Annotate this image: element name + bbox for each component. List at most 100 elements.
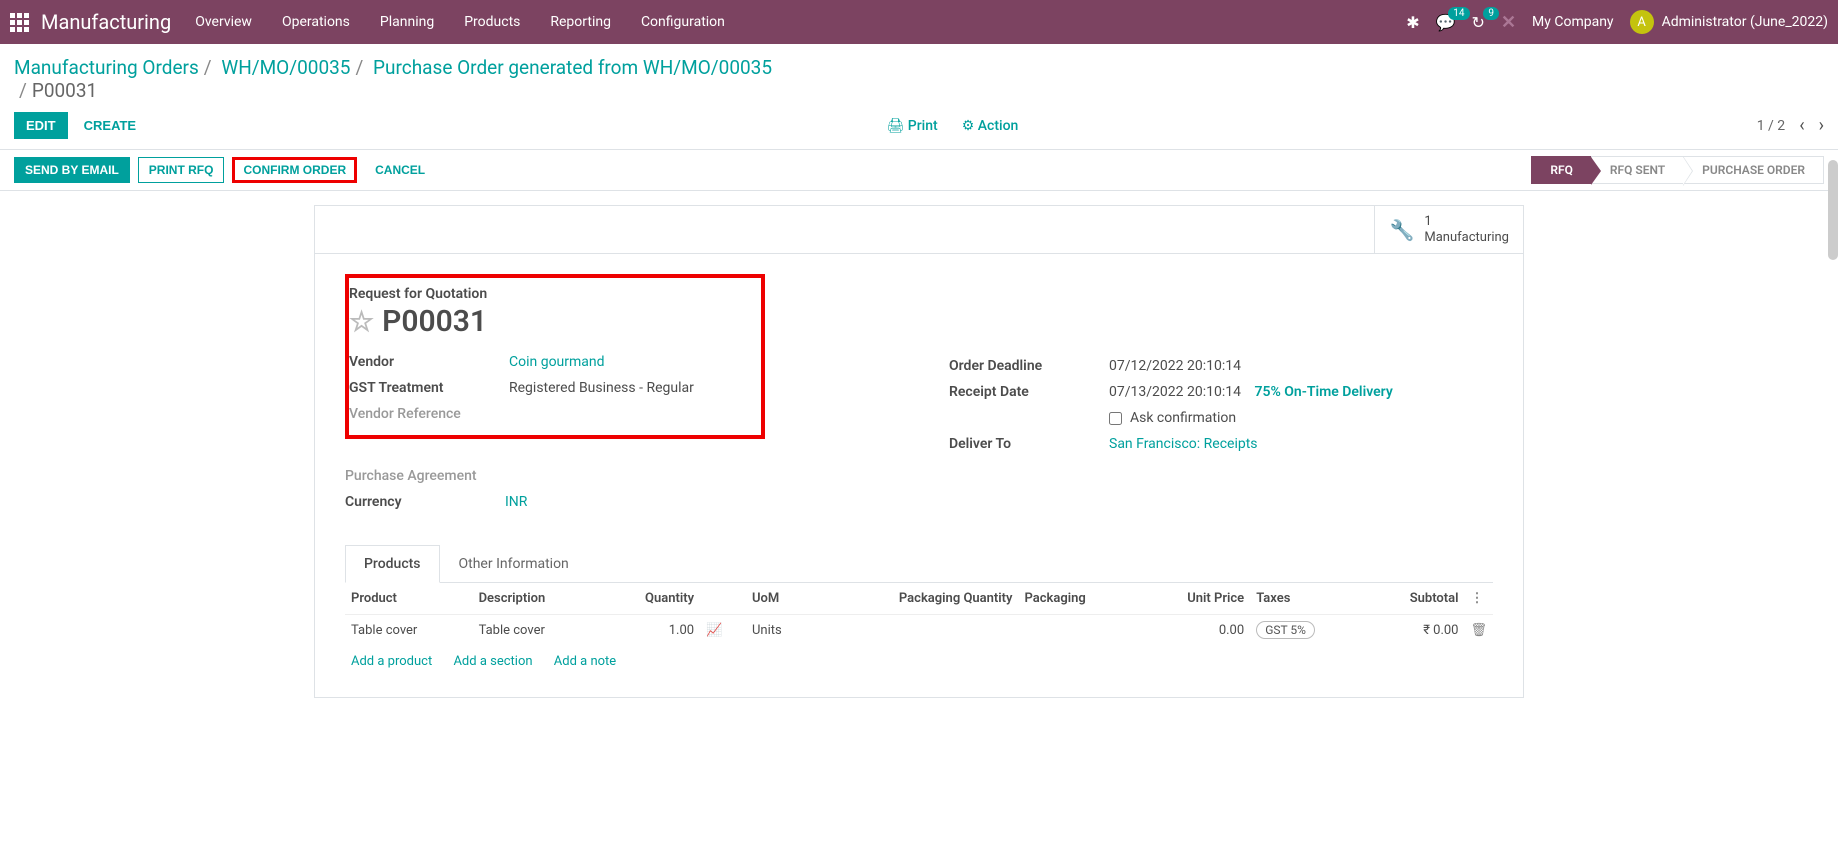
activities-icon[interactable]: ↻9 bbox=[1472, 13, 1485, 32]
cancel-button[interactable]: CANCEL bbox=[365, 157, 435, 183]
pager-prev-icon[interactable]: ‹ bbox=[1799, 115, 1804, 136]
module-name[interactable]: Manufacturing bbox=[41, 10, 171, 34]
status-bar: SEND BY EMAIL PRINT RFQ CONFIRM ORDER CA… bbox=[0, 149, 1838, 191]
action-dropdown[interactable]: ⚙ Action bbox=[962, 118, 1019, 134]
th-subtotal: Subtotal bbox=[1365, 583, 1464, 615]
th-packaging: Packaging bbox=[1018, 583, 1137, 615]
breadcrumb-area: Manufacturing Orders/ WH/MO/00035/ Purch… bbox=[0, 44, 1838, 102]
avatar: A bbox=[1630, 10, 1654, 34]
pager: 1 / 2 bbox=[1757, 118, 1785, 134]
control-bar: EDIT CREATE 🖨 Print ⚙ Action 1 / 2 ‹ › bbox=[0, 102, 1838, 149]
breadcrumb: Manufacturing Orders/ WH/MO/00035/ Purch… bbox=[14, 56, 1824, 102]
cell-quantity: 1.00 bbox=[601, 615, 700, 647]
tax-chip[interactable]: GST 5% bbox=[1256, 621, 1315, 639]
purchase-agreement-label: Purchase Agreement bbox=[345, 468, 495, 484]
delete-row-icon[interactable]: 🗑 bbox=[1470, 623, 1487, 638]
form-sheet: 🔧 1 Manufacturing Request for Quotation … bbox=[314, 205, 1524, 698]
print-icon: 🖨 bbox=[887, 118, 905, 134]
th-product: Product bbox=[345, 583, 473, 615]
tab-products[interactable]: Products bbox=[345, 545, 440, 583]
stage-purchase-order[interactable]: PURCHASE ORDER bbox=[1683, 156, 1824, 184]
vendor-ref-label: Vendor Reference bbox=[349, 406, 499, 422]
navbar: Manufacturing Overview Operations Planni… bbox=[0, 0, 1838, 44]
order-lines-table: Product Description Quantity UoM Packagi… bbox=[345, 583, 1493, 677]
gst-value: Registered Business - Regular bbox=[509, 380, 749, 396]
apps-icon[interactable] bbox=[10, 13, 29, 32]
add-note-link[interactable]: Add a note bbox=[554, 654, 616, 669]
scrollbar[interactable] bbox=[1828, 160, 1838, 260]
th-quantity: Quantity bbox=[601, 583, 700, 615]
th-taxes: Taxes bbox=[1250, 583, 1365, 615]
wrench-icon: 🔧 bbox=[1389, 218, 1414, 242]
stat-label: Manufacturing bbox=[1424, 230, 1509, 246]
stage-rfq-sent[interactable]: RFQ SENT bbox=[1591, 156, 1684, 184]
bug-icon[interactable]: ✱ bbox=[1406, 13, 1419, 32]
company-selector[interactable]: My Company bbox=[1532, 14, 1614, 30]
cell-product: Table cover bbox=[345, 615, 473, 647]
table-row[interactable]: Table cover Table cover 1.00 📈 Units 0.0… bbox=[345, 615, 1493, 647]
deliver-link[interactable]: San Francisco: Receipts bbox=[1109, 436, 1258, 452]
tab-other[interactable]: Other Information bbox=[440, 545, 588, 583]
main-menu: Overview Operations Planning Products Re… bbox=[195, 14, 1406, 30]
user-menu[interactable]: A Administrator (June_2022) bbox=[1630, 10, 1828, 34]
confirm-order-button[interactable]: CONFIRM ORDER bbox=[232, 157, 357, 183]
deadline-value: 07/12/2022 20:10:14 bbox=[1109, 358, 1493, 374]
menu-operations[interactable]: Operations bbox=[282, 14, 350, 30]
columns-kebab-icon[interactable]: ⋮ bbox=[1470, 591, 1483, 606]
deliver-label: Deliver To bbox=[949, 436, 1099, 452]
stage-rfq[interactable]: RFQ bbox=[1531, 156, 1592, 184]
menu-reporting[interactable]: Reporting bbox=[550, 14, 611, 30]
receipt-value: 07/13/2022 20:10:14 bbox=[1109, 384, 1241, 400]
currency-label: Currency bbox=[345, 494, 495, 510]
edit-button[interactable]: EDIT bbox=[14, 112, 68, 139]
menu-configuration[interactable]: Configuration bbox=[641, 14, 725, 30]
rfq-label: Request for Quotation bbox=[349, 286, 749, 302]
conv-badge: 14 bbox=[1448, 7, 1469, 20]
print-rfq-button[interactable]: PRINT RFQ bbox=[138, 157, 225, 183]
stat-count: 1 bbox=[1424, 214, 1509, 230]
cell-description: Table cover bbox=[473, 615, 601, 647]
navbar-right: ✱ 💬14 ↻9 ✕ My Company A Administrator (J… bbox=[1406, 10, 1828, 34]
print-dropdown[interactable]: 🖨 Print bbox=[887, 118, 938, 134]
gst-label: GST Treatment bbox=[349, 380, 499, 396]
th-unit-price: Unit Price bbox=[1138, 583, 1250, 615]
cell-uom: Units bbox=[746, 615, 814, 647]
status-stages: RFQ RFQ SENT PURCHASE ORDER bbox=[1532, 156, 1824, 184]
create-button[interactable]: CREATE bbox=[72, 112, 148, 139]
user-name: Administrator (June_2022) bbox=[1662, 14, 1828, 30]
th-pkg-qty: Packaging Quantity bbox=[814, 583, 1019, 615]
priority-star-icon[interactable]: ☆ bbox=[349, 305, 374, 338]
title-highlight: Request for Quotation ☆ P00031 Vendor Co… bbox=[345, 274, 765, 439]
bc-po-generated[interactable]: Purchase Order generated from WH/MO/0003… bbox=[373, 56, 772, 79]
th-uom: UoM bbox=[746, 583, 814, 615]
cell-unit-price: 0.00 bbox=[1138, 615, 1250, 647]
gear-icon: ⚙ bbox=[962, 118, 975, 134]
menu-products[interactable]: Products bbox=[464, 14, 520, 30]
activity-badge: 9 bbox=[1483, 7, 1499, 20]
add-section-link[interactable]: Add a section bbox=[453, 654, 532, 669]
pager-next-icon[interactable]: › bbox=[1819, 115, 1824, 136]
ask-confirmation-checkbox[interactable]: Ask confirmation bbox=[1109, 410, 1493, 426]
forecast-icon[interactable]: 📈 bbox=[706, 623, 722, 638]
cell-subtotal: ₹ 0.00 bbox=[1365, 615, 1464, 647]
vendor-link[interactable]: Coin gourmand bbox=[509, 354, 605, 370]
currency-link[interactable]: INR bbox=[505, 494, 527, 510]
receipt-label: Receipt Date bbox=[949, 384, 1099, 400]
delivery-pct[interactable]: 75% On-Time Delivery bbox=[1254, 384, 1392, 400]
bc-current: P00031 bbox=[32, 79, 97, 102]
conversations-icon[interactable]: 💬14 bbox=[1436, 13, 1456, 32]
deadline-label: Order Deadline bbox=[949, 358, 1099, 374]
ask-confirm-input[interactable] bbox=[1109, 412, 1122, 425]
close-icon[interactable]: ✕ bbox=[1501, 12, 1516, 33]
add-product-link[interactable]: Add a product bbox=[351, 654, 432, 669]
record-name: P00031 bbox=[382, 304, 487, 339]
bc-mo[interactable]: WH/MO/00035 bbox=[221, 56, 350, 79]
th-description: Description bbox=[473, 583, 601, 615]
sheet-header: 🔧 1 Manufacturing bbox=[315, 206, 1523, 254]
menu-planning[interactable]: Planning bbox=[380, 14, 434, 30]
send-email-button[interactable]: SEND BY EMAIL bbox=[14, 157, 130, 183]
bc-manufacturing-orders[interactable]: Manufacturing Orders bbox=[14, 56, 199, 79]
manufacturing-stat-button[interactable]: 🔧 1 Manufacturing bbox=[1374, 206, 1523, 253]
menu-overview[interactable]: Overview bbox=[195, 14, 252, 30]
vendor-label: Vendor bbox=[349, 354, 499, 370]
